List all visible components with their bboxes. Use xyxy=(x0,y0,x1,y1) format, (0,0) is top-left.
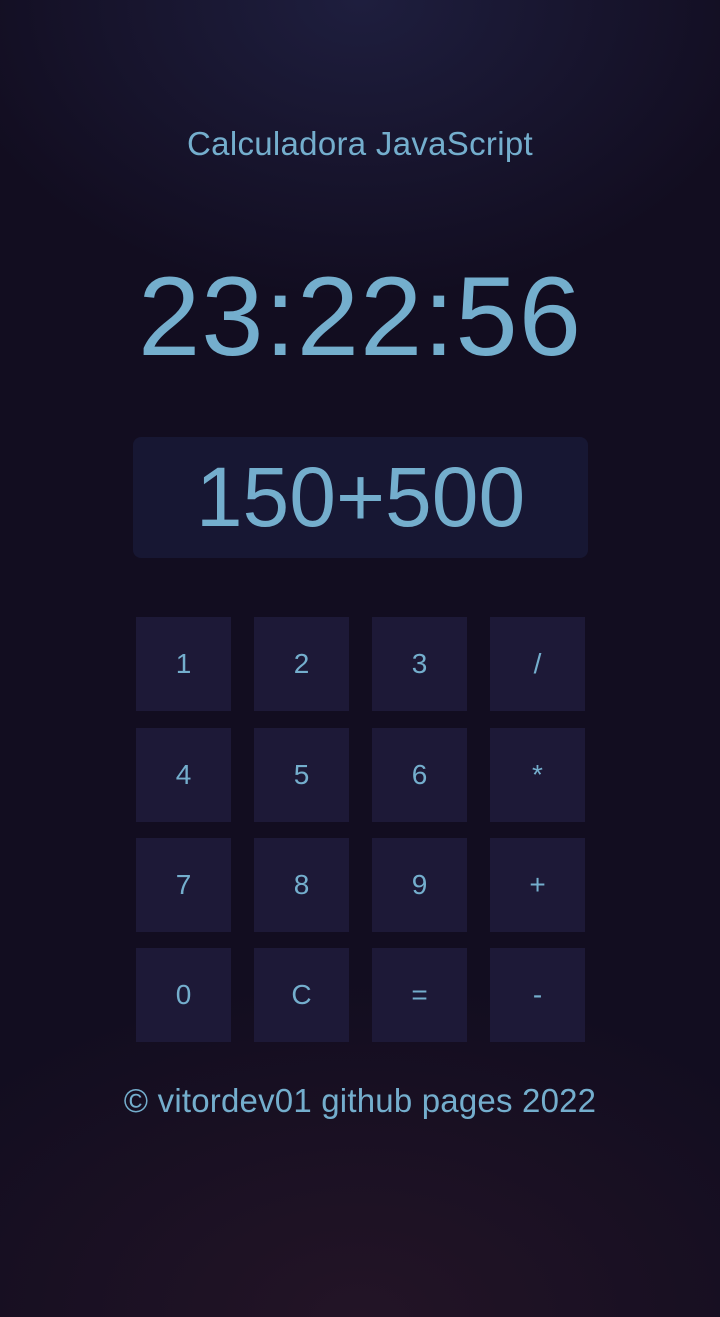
key-5[interactable]: 5 xyxy=(254,728,349,822)
key-8[interactable]: 8 xyxy=(254,838,349,932)
key-7[interactable]: 7 xyxy=(136,838,231,932)
app-title: Calculadora JavaScript xyxy=(187,125,533,162)
key-2[interactable]: 2 xyxy=(254,617,349,711)
key-9[interactable]: 9 xyxy=(372,838,467,932)
key-4[interactable]: 4 xyxy=(136,728,231,822)
key-0[interactable]: 0 xyxy=(136,948,231,1042)
key-multiply[interactable]: * xyxy=(490,728,585,822)
key-1[interactable]: 1 xyxy=(136,617,231,711)
calculator-display: 150+500 xyxy=(133,437,588,558)
key-6[interactable]: 6 xyxy=(372,728,467,822)
clock-display: 23:22:56 xyxy=(138,254,582,379)
key-3[interactable]: 3 xyxy=(372,617,467,711)
key-minus[interactable]: - xyxy=(490,948,585,1042)
key-clear[interactable]: C xyxy=(254,948,349,1042)
key-divide[interactable]: / xyxy=(490,617,585,711)
key-plus[interactable]: + xyxy=(490,838,585,932)
key-equals[interactable]: = xyxy=(372,948,467,1042)
keypad: 1 2 3 / 4 5 6 * 7 8 9 + 0 C = - xyxy=(136,617,585,1043)
footer-credit: © vitordev01 github pages 2022 xyxy=(123,1082,597,1119)
